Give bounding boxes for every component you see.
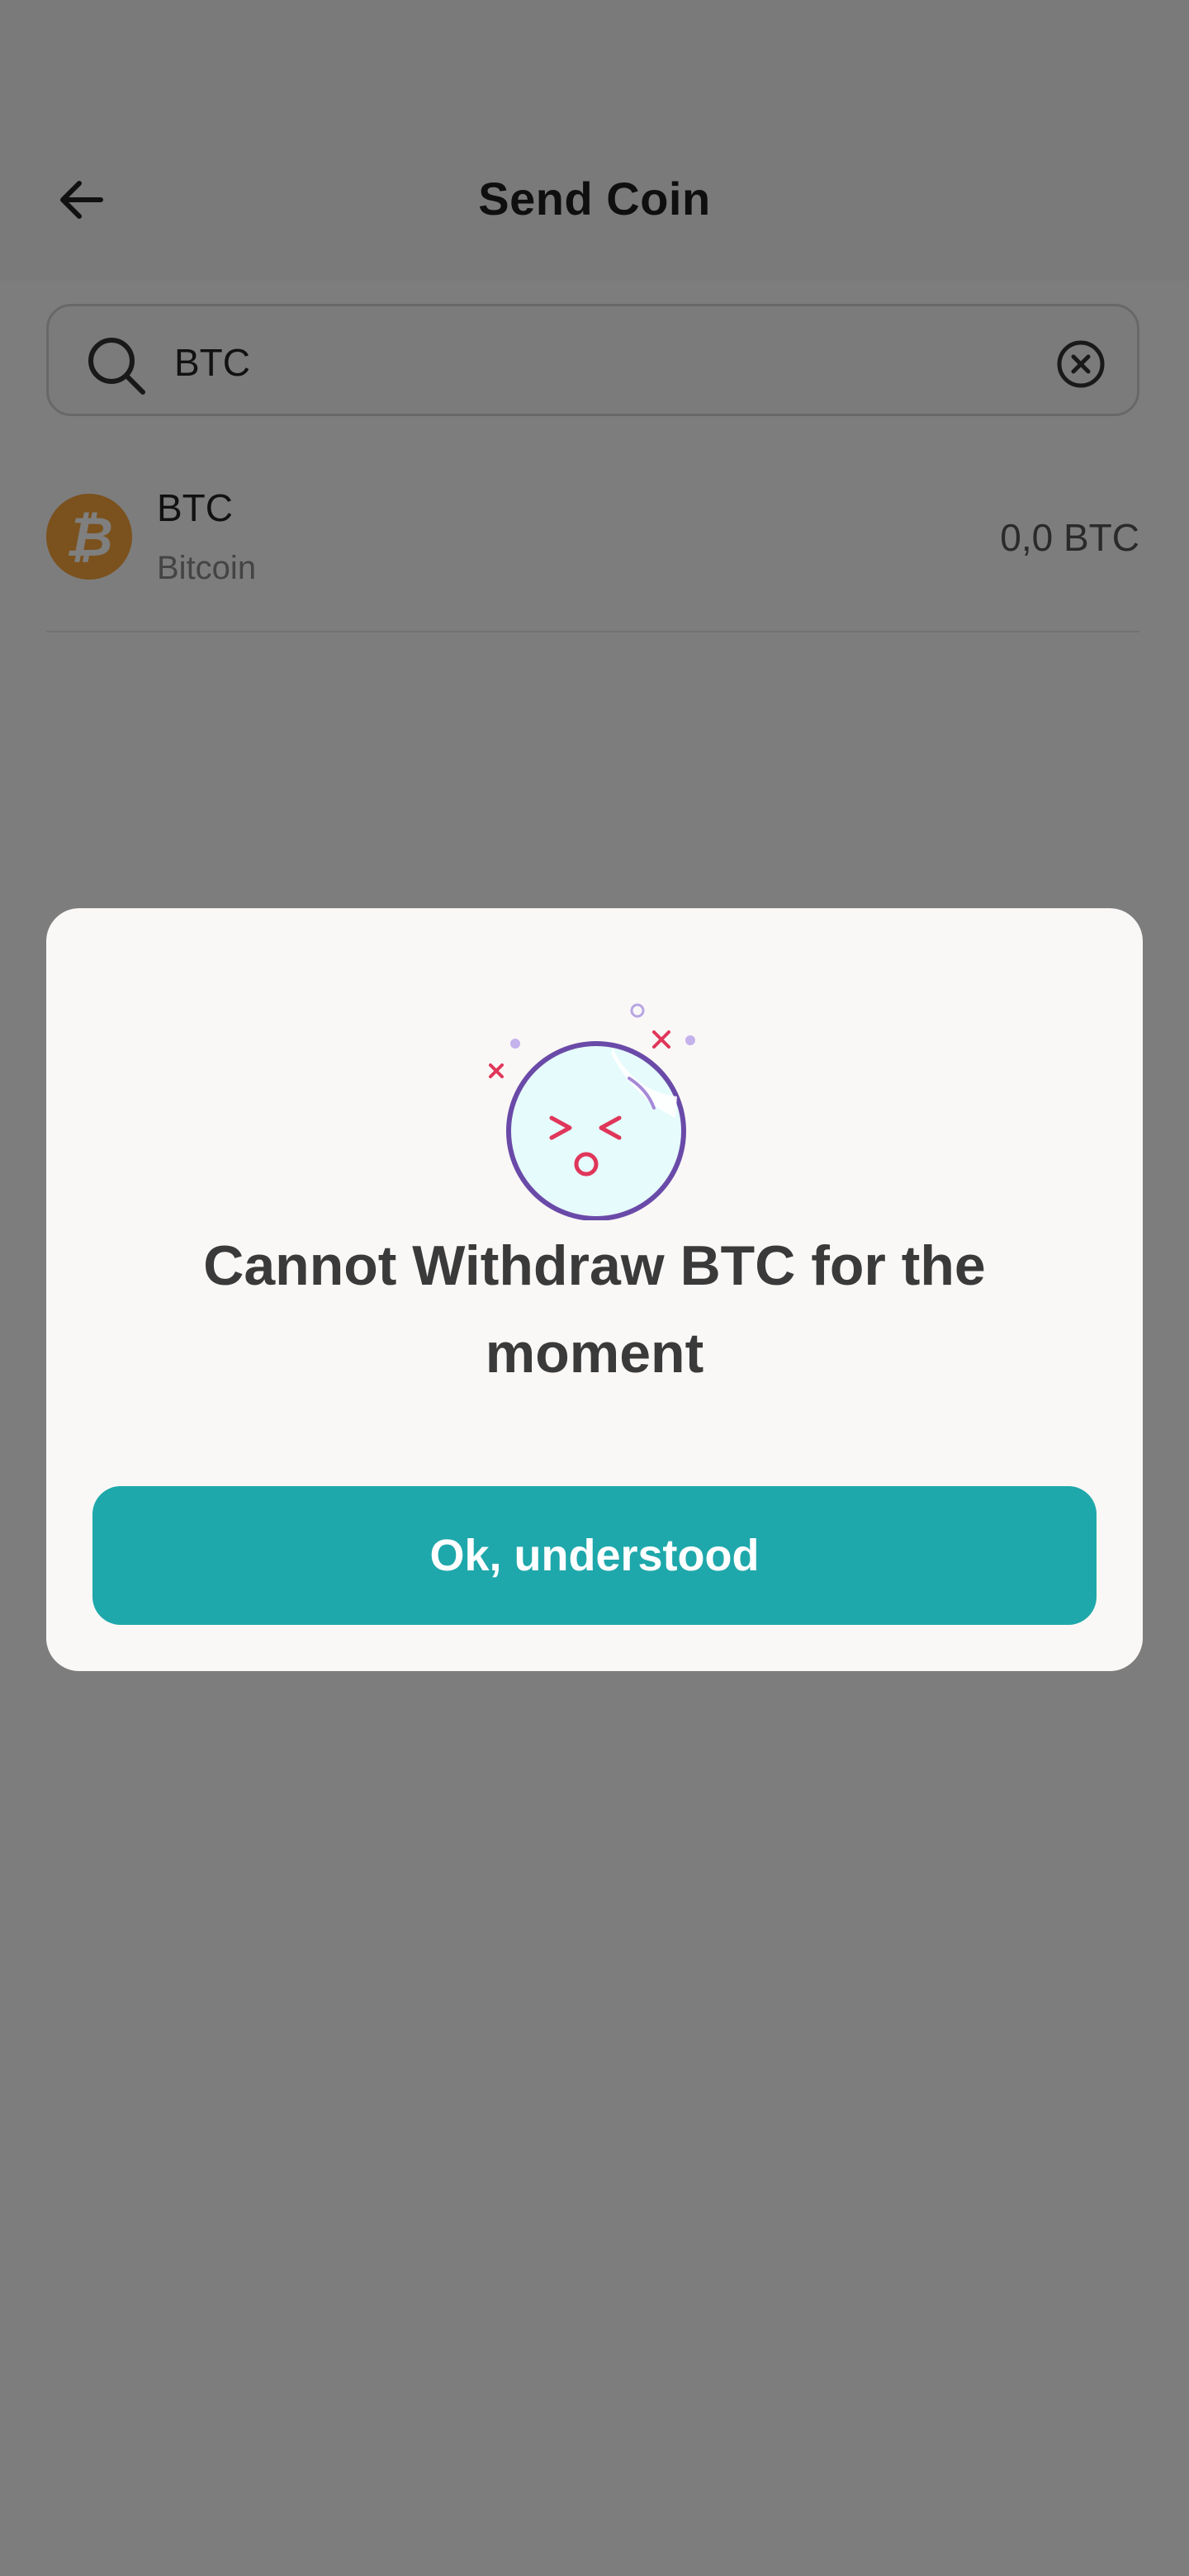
confused-face-icon — [489, 1003, 695, 1220]
ok-understood-button[interactable]: Ok, understood — [92, 1486, 1097, 1625]
error-dialog: Cannot Withdraw BTC for the moment Ok, u… — [46, 908, 1143, 1671]
dialog-title: Cannot Withdraw BTC for the moment — [203, 1234, 986, 1385]
